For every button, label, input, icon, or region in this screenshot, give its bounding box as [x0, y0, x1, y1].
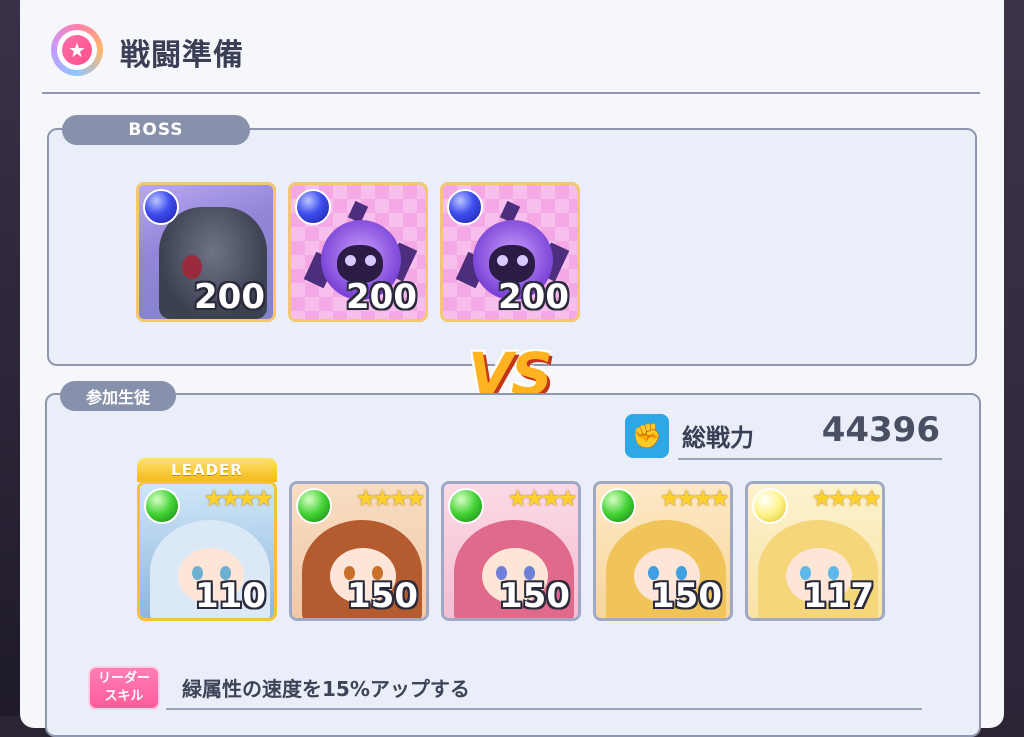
- leader-skill-badge-line1: リーダー: [97, 671, 150, 686]
- member-level: 117: [803, 576, 874, 616]
- boss-card-skull[interactable]: 200: [288, 182, 428, 322]
- rarity-stars: ★★★★: [811, 486, 882, 512]
- element-orb-icon: [448, 488, 484, 524]
- total-power-divider: [678, 458, 942, 460]
- boss-card-golem[interactable]: 200: [136, 182, 276, 322]
- element-orb-icon: [600, 488, 636, 524]
- background-right: [1004, 0, 1024, 716]
- leader-tag: LEADER: [137, 458, 277, 482]
- boss-level: 200: [498, 277, 569, 317]
- party-member-card[interactable]: ★★★★ 150: [441, 481, 581, 621]
- header: ★ 戦闘準備: [0, 0, 1024, 95]
- element-orb-icon: [447, 189, 483, 225]
- member-level: 150: [651, 576, 722, 616]
- party-member-card[interactable]: ★★★★ 110: [137, 481, 277, 621]
- party-member-card[interactable]: ★★★★ 117: [745, 481, 885, 621]
- element-orb-icon: [296, 488, 332, 524]
- rarity-stars: ★★★★: [203, 486, 274, 512]
- member-level: 150: [347, 576, 418, 616]
- party-member-card[interactable]: ★★★★ 150: [289, 481, 429, 621]
- element-orb-icon: [752, 488, 788, 524]
- boss-section-label: BOSS: [62, 115, 250, 145]
- leader-skill-text: 緑属性の速度を15%アップする: [182, 677, 470, 701]
- leader-skill-badge-line2: スキル: [104, 689, 144, 704]
- element-orb-icon: [295, 189, 331, 225]
- boss-card-skull[interactable]: 200: [440, 182, 580, 322]
- element-orb-icon: [144, 488, 180, 524]
- rarity-stars: ★★★★: [659, 486, 730, 512]
- element-orb-icon: [143, 189, 179, 225]
- total-power-value: 44396: [821, 410, 940, 450]
- party-section-label: 参加生徒: [60, 381, 176, 411]
- total-power-label: 総戦力: [682, 424, 754, 452]
- boss-level: 200: [194, 277, 265, 317]
- leader-skill-divider: [166, 708, 922, 710]
- star-icon: ★: [51, 24, 103, 76]
- member-level: 110: [195, 576, 266, 616]
- rarity-stars: ★★★★: [355, 486, 426, 512]
- boss-level: 200: [346, 277, 417, 317]
- member-level: 150: [499, 576, 570, 616]
- rarity-stars: ★★★★: [507, 486, 578, 512]
- fist-power-icon: ✊: [625, 414, 669, 458]
- background-left: [0, 0, 22, 716]
- leader-skill-badge: リーダー スキル: [88, 666, 160, 710]
- page-title: 戦闘準備: [120, 38, 244, 73]
- party-member-card[interactable]: ★★★★ 150: [593, 481, 733, 621]
- header-divider: [42, 92, 980, 94]
